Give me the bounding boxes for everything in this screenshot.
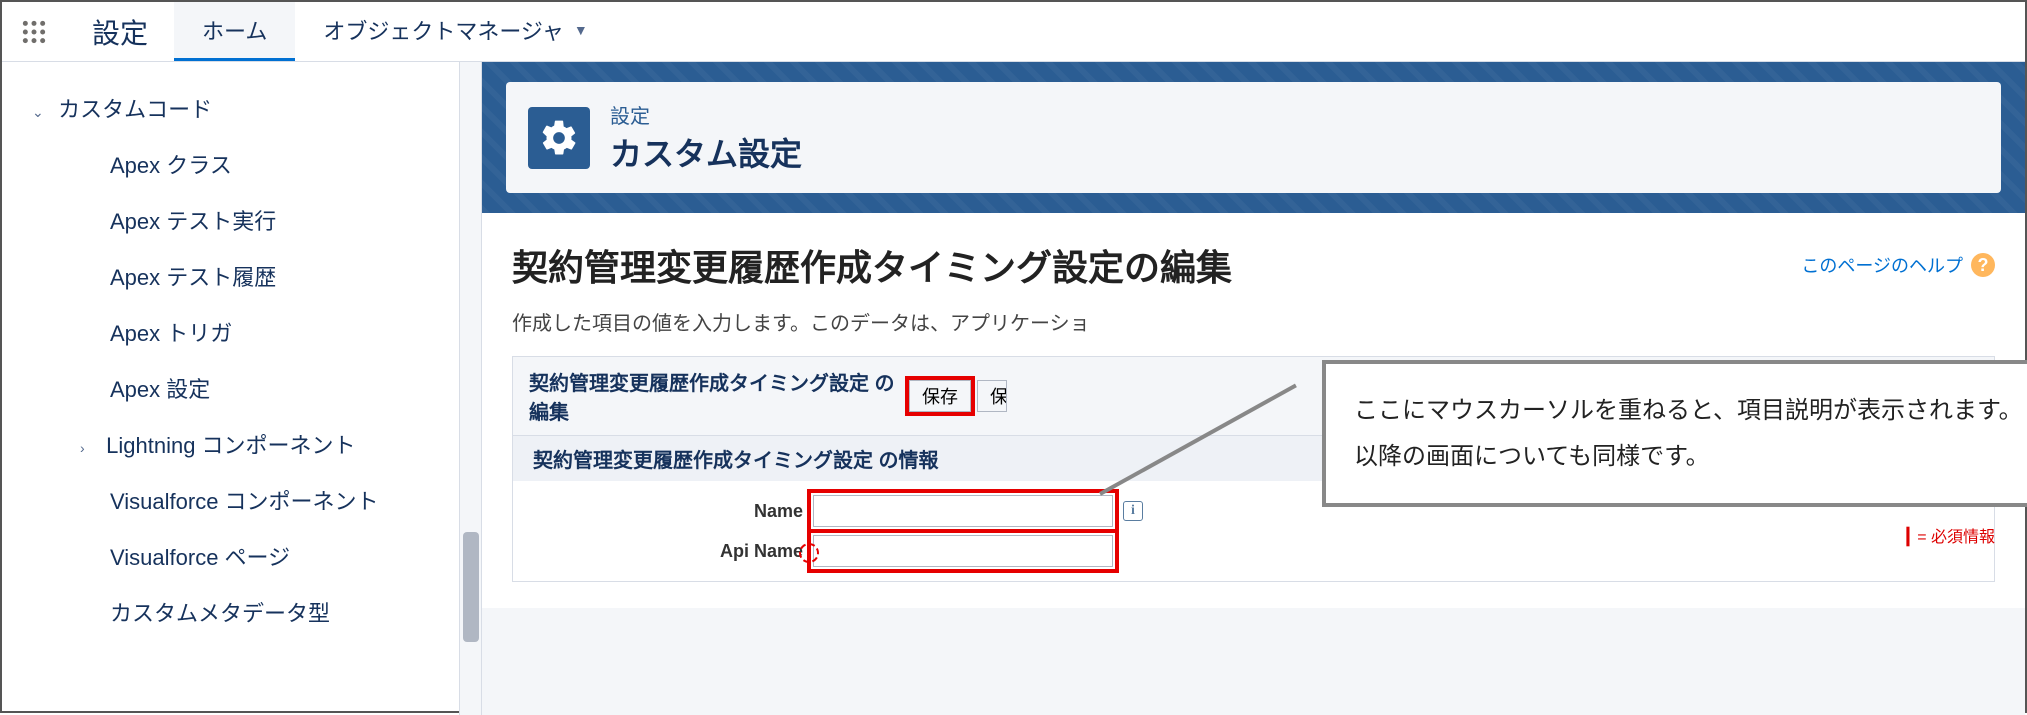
form-row-api-name: Api Name [513, 531, 1994, 571]
scrollbar-thumb[interactable] [463, 532, 479, 642]
api-name-label: Api Name [513, 541, 813, 562]
help-icon: ? [1971, 253, 1995, 277]
sidebar-item-vf-components[interactable]: Visualforce コンポーネント [2, 472, 481, 528]
sidebar-item-label: Apex 設定 [110, 377, 210, 402]
page-header-eyebrow: 設定 [610, 100, 802, 129]
sidebar-item-apex-test-exec[interactable]: Apex テスト実行 [2, 192, 481, 248]
help-link[interactable]: このページのヘルプ ? [1801, 252, 1995, 278]
name-input[interactable] [813, 495, 1113, 527]
page-header-card: 設定 カスタム設定 [506, 82, 2001, 193]
name-label: Name [513, 501, 813, 522]
tab-home-label: ホーム [202, 14, 267, 46]
sidebar-parent-custom-code[interactable]: ⌄ カスタムコード [2, 80, 481, 136]
page-title: 契約管理変更履歴作成タイミング設定の編集 [512, 239, 1232, 291]
layout: ⌄ カスタムコード Apex クラス Apex テスト実行 Apex テスト履歴… [2, 62, 2025, 715]
sidebar-item-label: Apex クラス [110, 153, 232, 178]
waffle-icon [21, 19, 47, 45]
section-header-title: 契約管理変更履歴作成タイミング設定 の編集 [529, 367, 909, 425]
sidebar-item-vf-pages[interactable]: Visualforce ページ [2, 528, 481, 584]
sidebar-subparent-lightning[interactable]: › Lightning コンポーネント [2, 416, 481, 472]
chevron-down-icon: ▼ [574, 22, 588, 38]
sidebar-item-label: Visualforce ページ [110, 545, 290, 570]
button-row: 保存 保 [909, 380, 1007, 412]
setup-sidebar: ⌄ カスタムコード Apex クラス Apex テスト実行 Apex テスト履歴… [2, 62, 482, 715]
tab-object-manager[interactable]: オブジェクトマネージャ ▼ [295, 2, 615, 61]
tab-object-manager-label: オブジェクトマネージャ [323, 14, 563, 46]
main-content: 設定 カスタム設定 契約管理変更履歴作成タイミング設定の編集 このページのヘルプ… [482, 62, 2025, 715]
annotation-callout: ここにマウスカーソルを重ねると、項目説明が表示されます。 以降の画面についても同… [1322, 360, 2027, 507]
field-help-badge[interactable] [799, 543, 819, 563]
sidebar-item-label: Apex テスト実行 [110, 209, 276, 234]
sidebar-item-label: Apex トリガ [110, 321, 232, 346]
callout-line-1: ここにマウスカーソルを重ねると、項目説明が表示されます。 [1354, 388, 2027, 434]
gear-icon [528, 107, 590, 169]
page-header-title: カスタム設定 [610, 129, 802, 175]
info-icon[interactable]: i [1123, 501, 1143, 521]
sidebar-item-apex-settings[interactable]: Apex 設定 [2, 360, 481, 416]
save-button[interactable]: 保存 [909, 380, 971, 412]
sidebar-item-apex-triggers[interactable]: Apex トリガ [2, 304, 481, 360]
top-navigation: 設定 ホーム オブジェクトマネージャ ▼ [2, 2, 2025, 62]
sidebar-item-custom-metadata[interactable]: カスタムメタデータ型 [2, 584, 481, 640]
sidebar-item-label: カスタムメタデータ型 [110, 601, 330, 626]
page-title-row: 契約管理変更履歴作成タイミング設定の編集 このページのヘルプ ? [512, 239, 1995, 291]
page-header-banner: 設定 カスタム設定 [482, 62, 2025, 213]
required-marker: ┃ [1903, 529, 1913, 546]
app-name: 設定 [66, 2, 174, 61]
sidebar-item-label: Apex テスト履歴 [110, 265, 276, 290]
callout-line-2: 以降の画面についても同様です。 [1354, 434, 2027, 480]
caret-down-icon: ⌄ [32, 104, 52, 121]
caret-right-icon: › [80, 440, 100, 456]
tab-home[interactable]: ホーム [174, 2, 295, 61]
app-launcher-button[interactable] [2, 2, 66, 61]
sidebar-item-apex-test-history[interactable]: Apex テスト履歴 [2, 248, 481, 304]
required-legend-text: = 必須情報 [1917, 529, 1995, 546]
api-name-label-text: Api Name [720, 541, 803, 561]
sidebar-item-apex-classes[interactable]: Apex クラス [2, 136, 481, 192]
sidebar-item-label: Visualforce コンポーネント [110, 489, 379, 514]
save-and-new-button[interactable]: 保 [977, 380, 1007, 412]
name-label-text: Name [754, 501, 803, 521]
page-description: 作成した項目の値を入力します。このデータは、アプリケーショ [512, 307, 1995, 336]
help-link-label: このページのヘルプ [1801, 252, 1963, 278]
sidebar-subparent-label: Lightning コンポーネント [106, 433, 355, 458]
sidebar-parent-label: カスタムコード [58, 97, 212, 122]
sidebar-scrollbar[interactable] [459, 62, 481, 715]
api-name-input[interactable] [813, 535, 1113, 567]
required-legend: ┃ = 必須情報 [1903, 523, 1995, 547]
page-header-text: 設定 カスタム設定 [610, 100, 802, 175]
